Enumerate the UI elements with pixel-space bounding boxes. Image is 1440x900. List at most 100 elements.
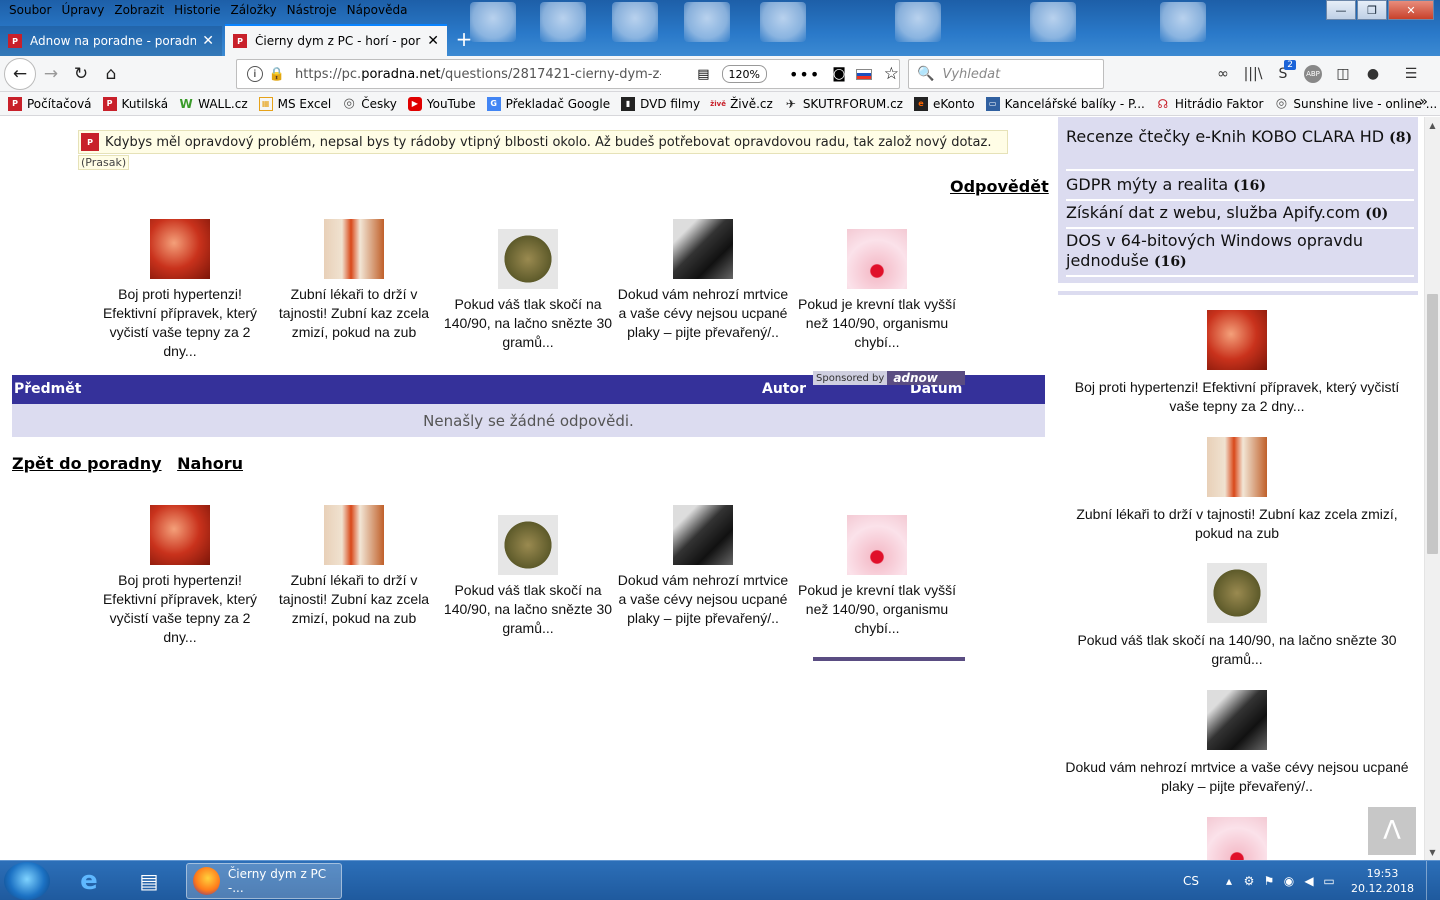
search-bar[interactable]: 🔍 Vyhledat <box>908 59 1104 89</box>
start-button[interactable] <box>4 862 50 900</box>
network-tray-icon[interactable]: ⚙ <box>1239 874 1259 888</box>
ad-thumbnail[interactable] <box>1207 817 1267 860</box>
ad-item[interactable]: Pokud váš tlak skočí na 140/90, na lačno… <box>440 515 616 638</box>
ad-thumbnail[interactable] <box>847 229 907 289</box>
ad-thumbnail[interactable] <box>150 219 210 279</box>
private-mask-icon[interactable]: ∞ <box>1208 59 1238 89</box>
ad-thumbnail[interactable] <box>673 505 733 565</box>
file-explorer-icon[interactable]: ▤ <box>124 864 174 898</box>
display-tray-icon[interactable]: ▭ <box>1319 874 1339 888</box>
menu-view[interactable]: Zobrazit <box>109 3 169 17</box>
menu-file[interactable]: Soubor <box>4 3 56 17</box>
ad-text[interactable]: Dokud vám nehrozí mrtvice a vaše cévy ne… <box>618 572 788 626</box>
minimize-button[interactable]: — <box>1326 0 1356 20</box>
scroll-down-arrow-icon[interactable]: ▼ <box>1425 844 1440 860</box>
ad-item[interactable]: Boj proti hypertenzi! Efektivní příprave… <box>92 505 268 647</box>
ad-text[interactable]: Zubní lékaři to drží v tajnosti! Zubní k… <box>279 572 429 626</box>
pocket-icon[interactable]: ◙ <box>832 66 846 82</box>
bookmark-zive[interactable]: živě Živě.cz <box>710 97 773 111</box>
menu-edit[interactable]: Úpravy <box>56 3 109 17</box>
bookmark-kancelarske-baliky[interactable]: ▭ Kancelářské balíky - P... <box>985 96 1145 111</box>
ad-thumbnail[interactable] <box>1207 437 1267 497</box>
hamburger-menu-icon[interactable]: ☰ <box>1396 59 1426 89</box>
url-text[interactable]: https://pc.poradna.net/questions/2817421… <box>295 67 661 82</box>
close-window-button[interactable]: ✕ <box>1388 0 1434 20</box>
sidebar-article[interactable]: Získání dat z webu, služba Apify.com (0) <box>1066 203 1414 229</box>
sidebar-icon[interactable]: ◫ <box>1328 59 1358 89</box>
reply-link[interactable]: Odpovědět <box>950 177 1049 196</box>
ad-item[interactable]: Zubní lékaři to drží v tajnosti! Zubní k… <box>266 505 442 628</box>
bookmark-hitradio-faktor[interactable]: ☊ Hitrádio Faktor <box>1156 97 1264 111</box>
show-desktop-button[interactable] <box>1426 861 1440 900</box>
ad-thumbnail[interactable] <box>324 219 384 279</box>
ad-thumbnail[interactable] <box>1207 563 1267 623</box>
bookmark-dvd-filmy[interactable]: ▮ DVD filmy <box>621 96 700 111</box>
scroll-to-top-button[interactable]: Λ <box>1368 807 1416 855</box>
menu-history[interactable]: Historie <box>169 3 225 17</box>
ad-thumbnail[interactable] <box>498 229 558 289</box>
scroll-top-link[interactable]: Nahoru <box>177 454 243 473</box>
bookmark-cesky[interactable]: ◎ Česky <box>342 96 397 111</box>
maximize-button[interactable]: ❐ <box>1357 0 1387 20</box>
ad-text[interactable]: Pokud je krevní tlak vyšší než 140/90, o… <box>798 582 956 636</box>
scrollbar-thumb[interactable] <box>1427 294 1438 554</box>
bookmark-kutilska[interactable]: P Kutilská <box>102 96 168 111</box>
sidebar-ad[interactable]: Boj proti hypertenzi! Efektivní příprave… <box>1062 310 1412 416</box>
reader-view-icon[interactable]: ▤ <box>697 67 709 82</box>
zoom-level[interactable]: 120% <box>721 65 767 83</box>
extension-icon[interactable]: ● <box>1358 59 1388 89</box>
ad-item[interactable]: Dokud vám nehrozí mrtvice a vaše cévy ne… <box>615 505 791 628</box>
ad-thumbnail[interactable] <box>847 515 907 575</box>
bookmark-pocitacova[interactable]: P Počítačová <box>8 96 92 111</box>
taskbar-firefox-window[interactable]: Čierny dym z PC -... <box>186 863 342 899</box>
ad-text[interactable]: Pokud váš tlak skočí na 140/90, na lačno… <box>1077 632 1396 667</box>
bookmark-youtube[interactable]: ▶ YouTube <box>407 96 476 111</box>
menu-help[interactable]: Nápověda <box>342 3 413 17</box>
new-tab-button[interactable]: + <box>450 24 478 54</box>
ad-text[interactable]: Boj proti hypertenzi! Efektivní příprave… <box>103 286 257 359</box>
volume-icon[interactable]: ◀ <box>1299 874 1319 888</box>
flag-tray-icon[interactable]: ⚑ <box>1259 874 1279 888</box>
sidebar-ad[interactable]: Dokud vám nehrozí mrtvice a vaše cévy ne… <box>1062 690 1412 796</box>
ad-thumbnail[interactable] <box>150 505 210 565</box>
ad-text[interactable]: Boj proti hypertenzi! Efektivní příprave… <box>1075 379 1399 414</box>
menu-bookmarks[interactable]: Záložky <box>225 3 281 17</box>
library-icon[interactable]: |||\ <box>1238 59 1268 89</box>
ad-item[interactable]: Dokud vám nehrozí mrtvice a vaše cévy ne… <box>615 219 791 342</box>
ad-thumbnail[interactable] <box>1207 310 1267 370</box>
tab-adnow[interactable]: P Adnow na poradne - poradna.n ✕ <box>0 26 222 56</box>
extension-notification-icon[interactable]: S2 <box>1268 59 1298 89</box>
scroll-up-arrow-icon[interactable]: ▲ <box>1425 117 1440 133</box>
ad-thumbnail[interactable] <box>324 505 384 565</box>
ad-item[interactable]: Pokud je krevní tlak vyšší než 140/90, o… <box>789 515 965 638</box>
sidebar-ad[interactable]: Pokud váš tlak skočí na 140/90, na lačno… <box>1062 563 1412 669</box>
bookmark-ekonto[interactable]: e eKonto <box>913 96 975 111</box>
bookmark-google-translate[interactable]: G Překladač Google <box>486 96 610 111</box>
reload-button[interactable]: ↻ <box>66 59 96 89</box>
ad-thumbnail[interactable] <box>498 515 558 575</box>
sidebar-ad[interactable]: Zubní lékaři to drží v tajnosti! Zubní k… <box>1062 437 1412 543</box>
ad-text[interactable]: Zubní lékaři to drží v tajnosti! Zubní k… <box>279 286 429 340</box>
language-indicator[interactable]: CS <box>1183 874 1199 888</box>
ad-text[interactable]: Boj proti hypertenzi! Efektivní příprave… <box>103 572 257 645</box>
home-button[interactable]: ⌂ <box>96 59 126 89</box>
ad-thumbnail[interactable] <box>1207 690 1267 750</box>
ad-text[interactable]: Dokud vám nehrozí mrtvice a vaše cévy ne… <box>618 286 788 340</box>
ad-text[interactable]: Dokud vám nehrozí mrtvice a vaše cévy ne… <box>1065 759 1408 794</box>
ad-text[interactable]: Pokud váš tlak skočí na 140/90, na lačno… <box>444 296 612 350</box>
sidebar-article[interactable]: GDPR mýty a realita (16) <box>1066 175 1414 201</box>
ad-thumbnail[interactable] <box>673 219 733 279</box>
close-tab-icon[interactable]: ✕ <box>202 33 214 49</box>
lock-icon[interactable]: 🔒 <box>269 67 285 82</box>
bookmark-sunshine-live[interactable]: ◎ Sunshine live - online ... <box>1274 96 1437 111</box>
menu-tools[interactable]: Nástroje <box>282 3 342 17</box>
site-info-icon[interactable]: i <box>247 66 263 82</box>
url-bar[interactable]: i 🔒 https://pc.poradna.net/questions/281… <box>236 59 900 89</box>
page-scrollbar[interactable]: ▲ ▼ <box>1424 117 1440 860</box>
bookmark-star-icon[interactable]: ☆ <box>884 64 899 84</box>
internet-explorer-icon[interactable]: e <box>64 864 114 898</box>
more-bookmarks-icon[interactable]: » <box>1419 94 1428 110</box>
sidebar-article[interactable]: DOS v 64-bitových Windows opravdu jednod… <box>1066 231 1414 277</box>
bookmark-skutrforum[interactable]: ✈ SKUTRFORUM.cz <box>784 97 903 111</box>
bookmark-ms-excel[interactable]: ▦ MS Excel <box>258 96 331 111</box>
